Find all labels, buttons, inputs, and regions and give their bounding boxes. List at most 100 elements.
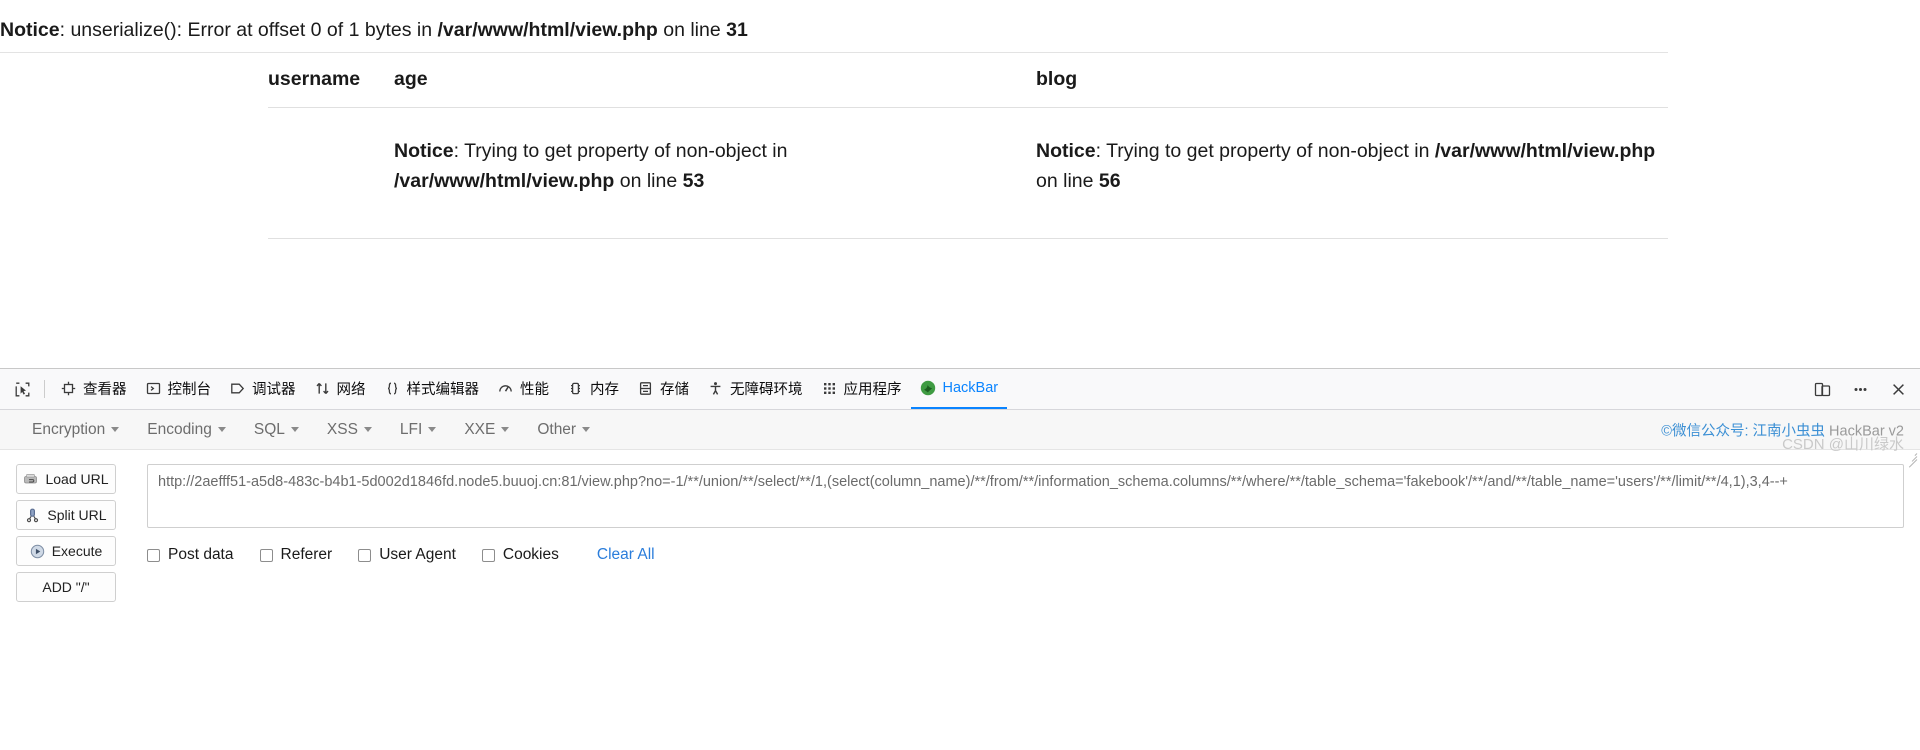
chevron-down-icon: [217, 427, 226, 432]
devtools-tab-accessibility[interactable]: 无障碍环境: [698, 369, 812, 409]
network-icon: [314, 380, 331, 397]
devtools-tab-style-editor[interactable]: 样式编辑器: [375, 369, 489, 409]
devtools-tab-console[interactable]: 控制台: [136, 369, 221, 409]
hackbar-icon: [920, 380, 937, 397]
php-notice-unserialize: Notice: unserialize(): Error at offset 0…: [0, 16, 1668, 53]
close-icon[interactable]: [1886, 377, 1910, 401]
hackbar-menu-encoding[interactable]: Encoding: [133, 416, 240, 444]
chevron-down-icon: [501, 427, 510, 432]
add-slash-button[interactable]: ADD "/": [16, 572, 116, 602]
hackbar-menu-sql[interactable]: SQL: [240, 416, 313, 444]
devtools-tab-application[interactable]: 应用程序: [812, 369, 911, 409]
devtools-tab-label: 应用程序: [843, 381, 902, 398]
clear-all-link[interactable]: Clear All: [597, 546, 655, 564]
style-editor-icon: [384, 380, 401, 397]
performance-icon: [497, 380, 514, 397]
cookies-checkbox[interactable]: Cookies: [481, 546, 559, 564]
devtools-toolbar-right-controls: [1810, 369, 1910, 409]
browser-content-area: Notice: unserialize(): Error at offset 0…: [0, 0, 1920, 368]
devtools-tab-label: 存储: [660, 381, 689, 398]
hackbar-body: Load URL Split URL Execute ADD "/" http:…: [0, 436, 1920, 602]
toolbar-divider: [44, 380, 45, 398]
devtools-tab-inspector[interactable]: 查看器: [51, 369, 136, 409]
devtools-tab-performance[interactable]: 性能: [488, 369, 558, 409]
menu-label: Encryption: [32, 420, 106, 438]
notice-label: Notice: [394, 140, 454, 162]
execute-icon: [30, 544, 45, 559]
hackbar-menu-other[interactable]: Other: [523, 416, 604, 444]
hackbar-menubar: Encryption Encoding SQL XSS LFI XXE Othe…: [0, 410, 1920, 450]
notice-file-path: /var/www/html/view.php: [1434, 140, 1656, 162]
hackbar-menu-lfi[interactable]: LFI: [386, 416, 450, 444]
button-label: ADD "/": [42, 579, 90, 595]
meatball-menu-icon[interactable]: [1848, 377, 1872, 401]
hackbar-menu-xss[interactable]: XSS: [313, 416, 386, 444]
notice-line-number: 56: [1098, 170, 1121, 192]
notice-online-text: on line: [614, 170, 683, 192]
load-url-icon: [23, 472, 38, 487]
devtools-tab-label: 网络: [336, 381, 366, 398]
devtools-tab-hackbar[interactable]: HackBar: [910, 369, 1008, 409]
chevron-down-icon: [363, 427, 372, 432]
hackbar-action-buttons: Load URL Split URL Execute ADD "/": [16, 464, 116, 608]
query-result-table: username age blog Notice: Trying to get …: [268, 56, 1668, 239]
hackbar-menu-xxe[interactable]: XXE: [450, 416, 523, 444]
accessibility-icon: [707, 380, 724, 397]
column-header-age: age: [394, 56, 1036, 108]
button-label: Load URL: [45, 471, 109, 487]
notice-online-text: on line: [657, 19, 727, 41]
notice-line-number: 53: [682, 170, 705, 192]
chevron-down-icon: [290, 427, 299, 432]
cell-age: Notice: Trying to get property of non-ob…: [394, 107, 1036, 239]
devtools-tab-label: 内存: [590, 381, 619, 398]
menu-label: SQL: [253, 420, 285, 438]
notice-line-number: 31: [726, 19, 748, 41]
element-picker-icon[interactable]: [6, 374, 38, 404]
hackbar-menu-encryption[interactable]: Encryption: [18, 416, 133, 444]
split-url-icon: [25, 508, 40, 523]
devtools-tab-label: 调试器: [252, 381, 296, 398]
execute-button[interactable]: Execute: [16, 536, 116, 566]
checkbox-label: Cookies: [502, 546, 559, 563]
cell-blog: Notice: Trying to get property of non-ob…: [1036, 107, 1668, 239]
application-icon: [821, 380, 838, 397]
hackbar-panel: Encryption Encoding SQL XSS LFI XXE Othe…: [0, 410, 1920, 750]
checkbox-box: [147, 548, 160, 562]
chevron-down-icon: [582, 427, 591, 432]
url-input[interactable]: http://2aefff51-a5d8-483c-b4b1-5d002d184…: [147, 464, 1904, 528]
devtools-tab-network[interactable]: 网络: [305, 369, 375, 409]
chevron-down-icon: [111, 427, 120, 432]
devtools-tab-label: 性能: [520, 381, 549, 398]
storage-icon: [637, 380, 654, 397]
notice-label: Notice: [1036, 140, 1096, 162]
hackbar-options-row: Post data Referer User Agent Cookies Cle…: [147, 546, 655, 564]
button-label: Split URL: [47, 507, 107, 523]
notice-message: : Trying to get property of non-object i…: [1095, 140, 1435, 162]
checkbox-label: Referer: [280, 546, 333, 563]
menu-label: LFI: [399, 420, 423, 438]
table-header-row: username age blog: [268, 56, 1668, 108]
checkbox-label: Post data: [168, 546, 234, 563]
table-row: Notice: Trying to get property of non-ob…: [268, 107, 1668, 239]
post-data-checkbox[interactable]: Post data: [147, 546, 234, 564]
split-url-button[interactable]: Split URL: [16, 500, 116, 530]
notice-online-text: on line: [1036, 170, 1099, 192]
devtools-tab-storage[interactable]: 存储: [628, 369, 698, 409]
notice-message: : Trying to get property of non-object i…: [453, 140, 788, 162]
load-url-button[interactable]: Load URL: [16, 464, 116, 494]
devtools-panel: 查看器 控制台 调试器 网络 样式编辑器 性能 内存 存储 无障碍环境 应用程序…: [0, 368, 1920, 750]
menu-label: XSS: [326, 420, 358, 438]
devtools-tab-debugger[interactable]: 调试器: [220, 369, 305, 409]
column-header-username: username: [268, 56, 394, 108]
referer-checkbox[interactable]: Referer: [259, 546, 333, 564]
textarea-resize-handle[interactable]: [1906, 450, 1918, 468]
memory-icon: [567, 380, 584, 397]
watermark-text: CSDN @山川绿水: [1782, 436, 1904, 453]
brand-prefix: ©微信公众号:: [1661, 423, 1753, 439]
devtools-tab-label: 查看器: [83, 381, 127, 398]
devtools-tab-memory[interactable]: 内存: [558, 369, 628, 409]
checkbox-box: [259, 548, 273, 562]
responsive-design-mode-icon[interactable]: [1810, 377, 1834, 401]
menu-label: Other: [537, 420, 577, 438]
user-agent-checkbox[interactable]: User Agent: [358, 546, 456, 564]
